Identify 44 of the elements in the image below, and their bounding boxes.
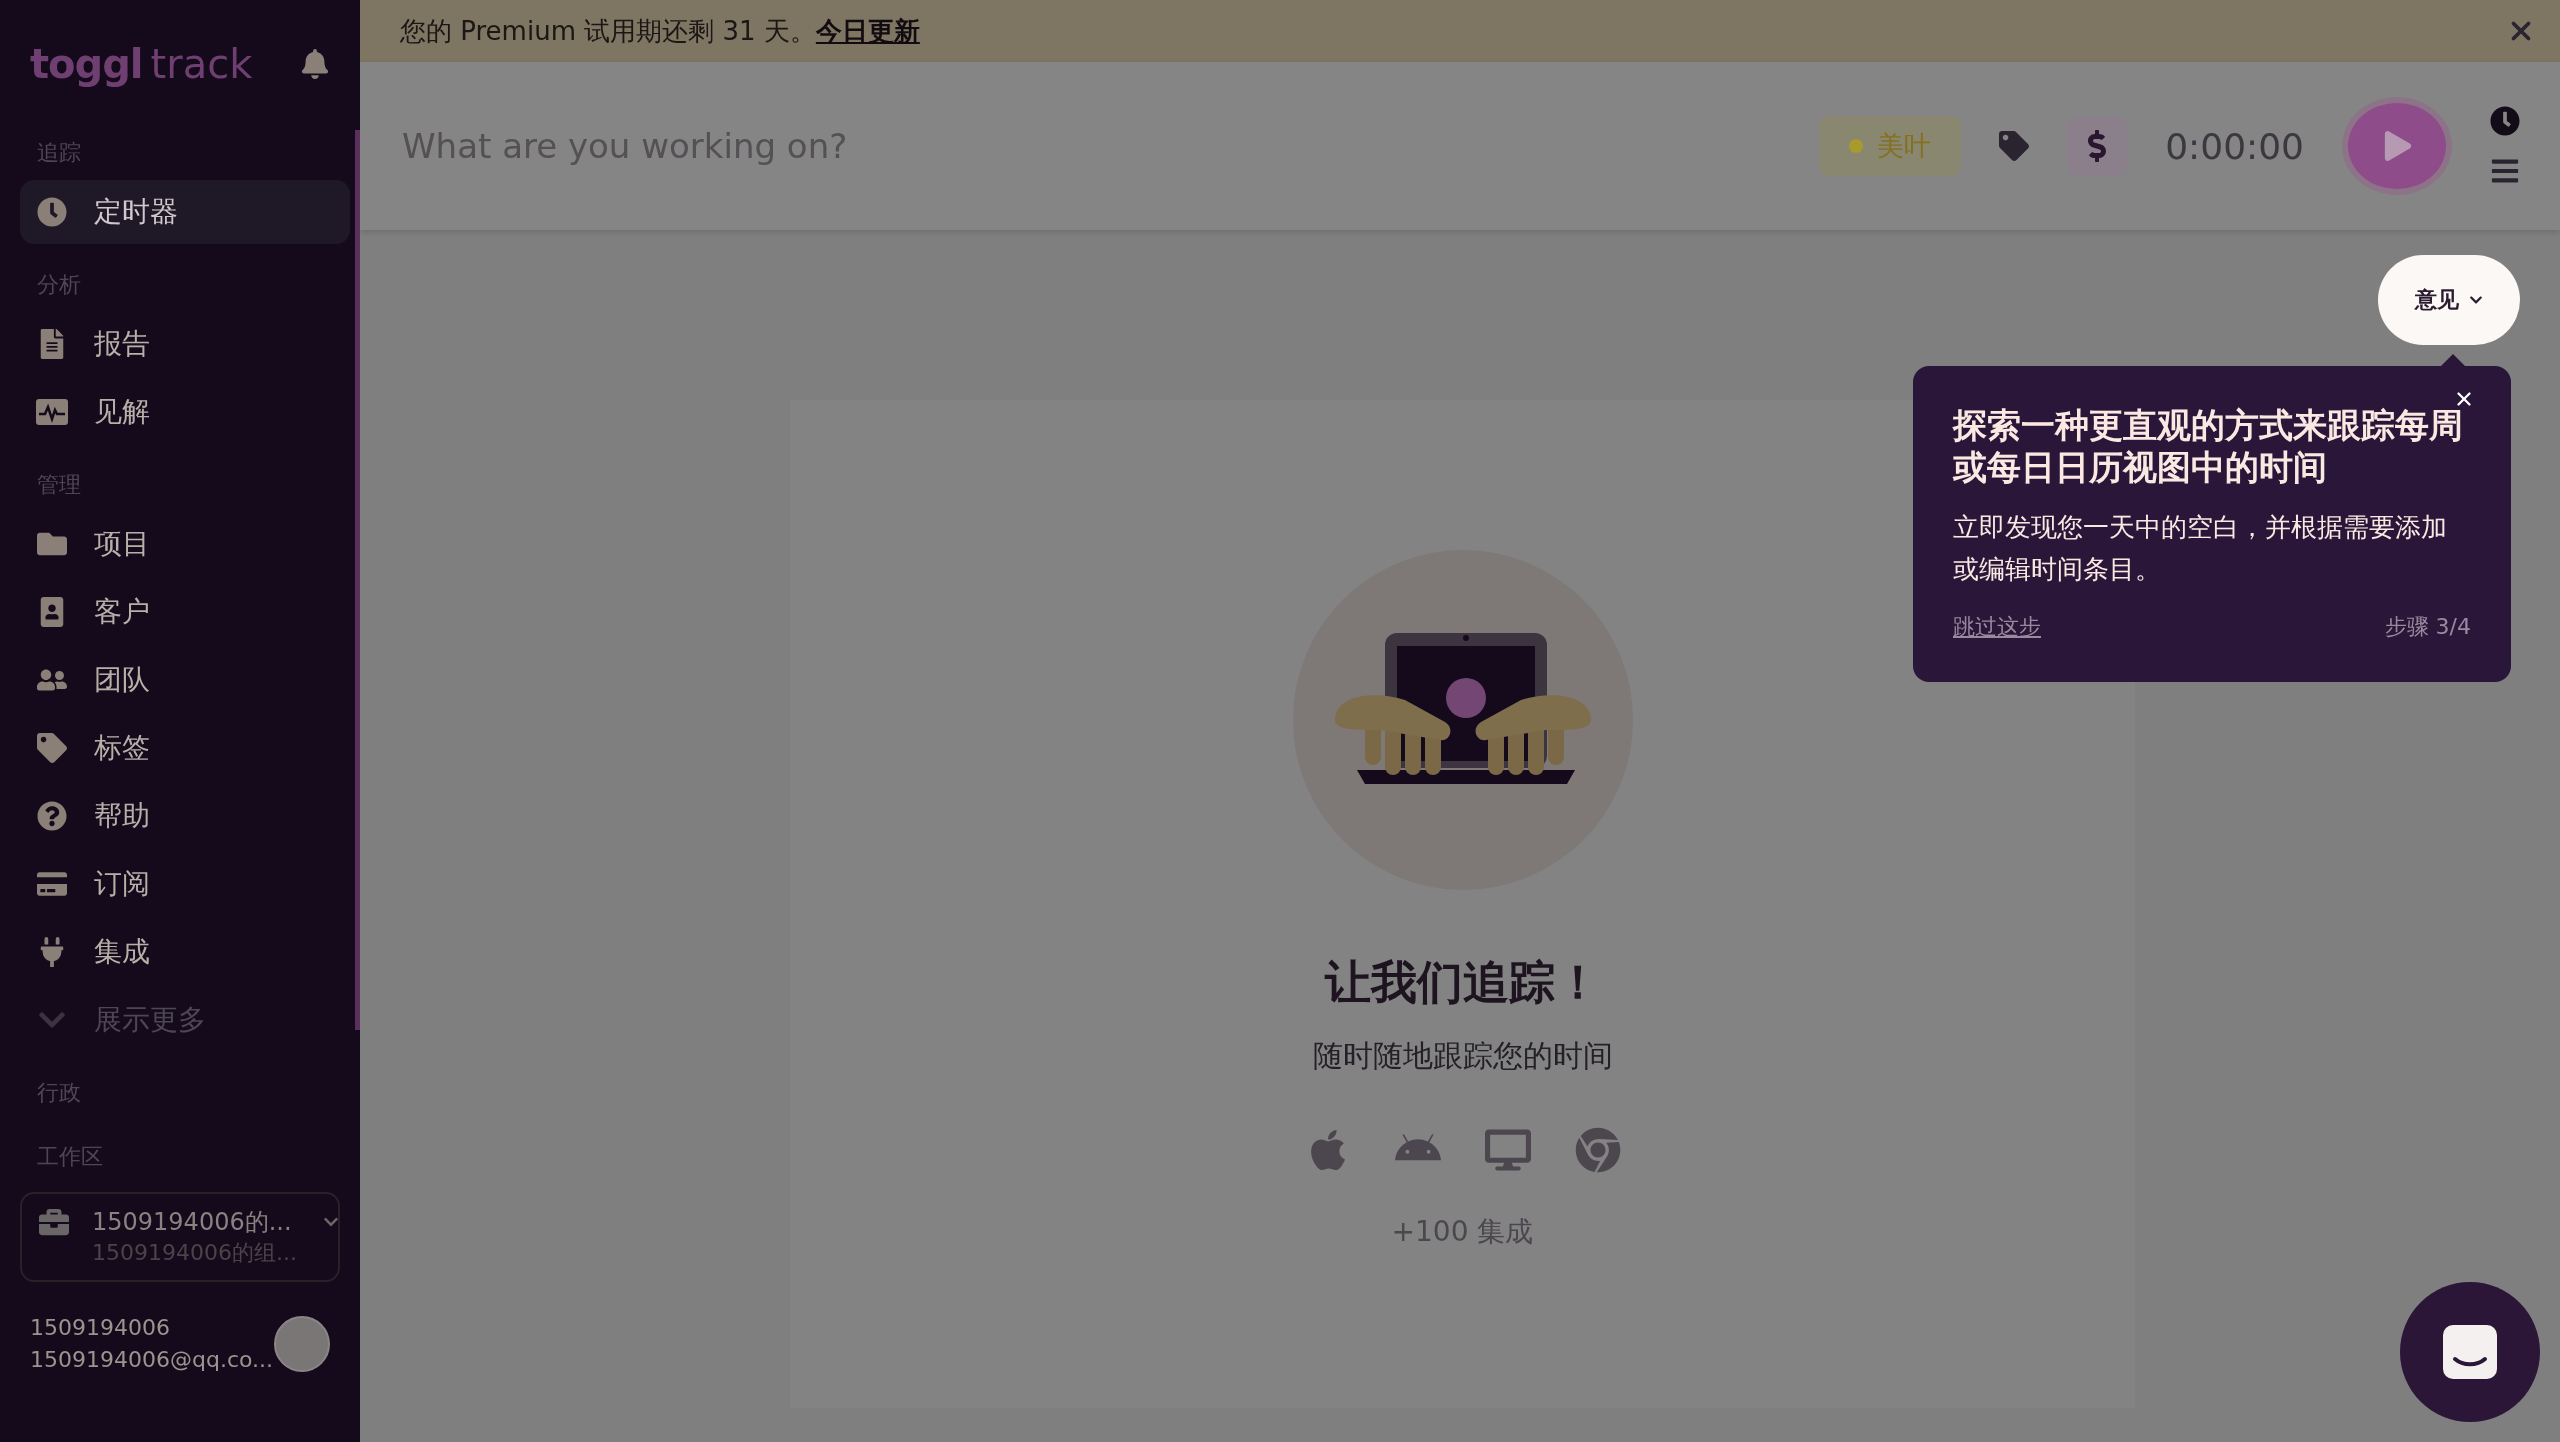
empty-state-subtitle: 随时随地跟踪您的时间 — [1312, 1037, 1613, 1075]
desktop-icon[interactable] — [1484, 1127, 1531, 1173]
sidebar-item[interactable]: 帮助 — [20, 784, 350, 848]
scrollbar[interactable] — [355, 130, 360, 1030]
tour-title: 探索一种更直观的方式来跟踪每周或每日日历视图中的时间 — [1953, 404, 2464, 488]
section-title: 行政 — [36, 1079, 82, 1107]
feedback-button[interactable]: 意见 — [2378, 255, 2520, 345]
step-counter: 步骤 3/4 — [2384, 613, 2471, 641]
clock-icon — [36, 197, 68, 227]
tag-icon[interactable] — [1999, 131, 2030, 161]
sidebar-item[interactable]: 集成 — [20, 920, 350, 984]
sidebar-item[interactable]: 团队 — [20, 648, 350, 712]
timer-duration: 0:00:00 — [2165, 125, 2304, 167]
section-title: 工作区 — [36, 1143, 104, 1171]
section-title: 分析 — [36, 271, 82, 299]
sidebar-item[interactable]: 报告 — [20, 312, 350, 376]
section-title: 追踪 — [36, 139, 82, 167]
question-icon — [36, 801, 68, 831]
renew-link[interactable]: 今日更新 — [815, 15, 920, 46]
chrome-icon[interactable] — [1574, 1127, 1621, 1173]
sidebar-item[interactable]: 定时器 — [20, 180, 350, 244]
billable-button[interactable] — [2067, 116, 2128, 176]
skip-link[interactable]: 跳过这步 — [1953, 612, 2041, 642]
sidebar-item[interactable]: 订阅 — [20, 852, 350, 916]
section-title: 管理 — [36, 471, 82, 499]
chat-icon — [2441, 1323, 2499, 1381]
tag-icon — [36, 733, 68, 763]
workspace-selector[interactable]: 1509194006的... 1509194006的组... — [20, 1192, 340, 1282]
briefcase-icon — [38, 1207, 70, 1237]
card-icon — [36, 869, 68, 899]
play-icon — [2383, 131, 2413, 161]
user-name: 1509194006 — [30, 1314, 171, 1342]
empty-state-title: 让我们追踪！ — [1324, 954, 1601, 1011]
clock-icon[interactable] — [2490, 106, 2520, 136]
notifications-bell-icon[interactable] — [300, 49, 330, 79]
tour-body: 立即发现您一天中的空白，并根据需要添加或编辑时间条目。 — [1953, 511, 2448, 586]
trial-banner-text: 您的 Premium 试用期还剩 31 天。今日更新 — [400, 14, 920, 48]
user-email: 1509194006@qq.co... — [30, 1346, 274, 1374]
sidebar-item[interactable]: 标签 — [20, 716, 350, 780]
avatar[interactable] — [274, 1316, 330, 1372]
sidebar-item[interactable]: 项目 — [20, 512, 350, 576]
sidebar-item[interactable]: 客户 — [20, 580, 350, 644]
sidebar-item[interactable]: 见解 — [20, 380, 350, 444]
pulse-icon — [36, 399, 68, 425]
